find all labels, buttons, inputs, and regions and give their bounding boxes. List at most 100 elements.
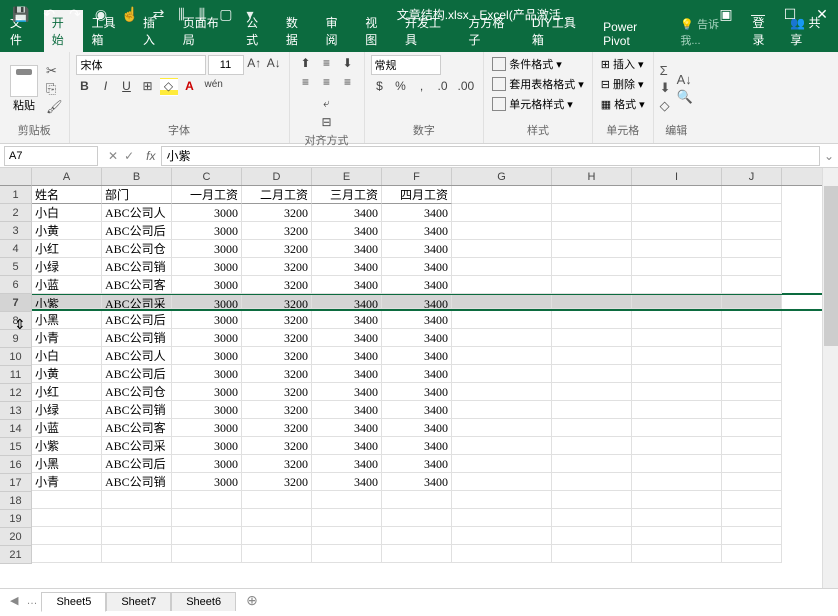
cell[interactable] xyxy=(632,473,722,491)
cell[interactable]: 3000 xyxy=(172,437,242,455)
fill-icon[interactable]: ⬇ xyxy=(660,80,671,96)
cell[interactable] xyxy=(632,204,722,222)
cell[interactable] xyxy=(552,455,632,473)
underline-button[interactable]: U xyxy=(118,78,136,96)
copy-icon[interactable]: ⎘ xyxy=(46,81,63,97)
cell[interactable] xyxy=(452,186,552,204)
cell[interactable] xyxy=(722,186,782,204)
cell[interactable]: 3000 xyxy=(172,295,242,309)
cell[interactable]: ABC公司销 xyxy=(102,401,172,419)
cell[interactable]: 小绿 xyxy=(32,258,102,276)
font-color-button[interactable]: A xyxy=(181,78,199,96)
add-sheet-icon[interactable]: ⊕ xyxy=(236,592,268,609)
cell[interactable]: 3000 xyxy=(172,347,242,365)
cell[interactable]: 3000 xyxy=(172,455,242,473)
row-header[interactable]: 3 xyxy=(0,222,31,240)
number-format-select[interactable] xyxy=(371,55,441,75)
cell[interactable] xyxy=(452,545,552,563)
cell[interactable] xyxy=(452,347,552,365)
cell[interactable]: 3000 xyxy=(172,329,242,347)
cell[interactable]: 小黄 xyxy=(32,222,102,240)
sort-filter-icon[interactable]: A↓ xyxy=(677,72,693,87)
cell[interactable]: 3400 xyxy=(312,240,382,258)
inc-decimal-icon[interactable]: .0 xyxy=(434,78,452,96)
cell[interactable] xyxy=(382,491,452,509)
cell[interactable] xyxy=(552,401,632,419)
cell[interactable] xyxy=(632,347,722,365)
cell[interactable]: ABC公司后 xyxy=(102,365,172,383)
fill-color-button[interactable]: ◇ xyxy=(160,78,178,96)
cell[interactable] xyxy=(102,545,172,563)
cell[interactable] xyxy=(312,509,382,527)
cell[interactable] xyxy=(552,258,632,276)
qa-icon3[interactable]: ⫼ xyxy=(199,6,205,23)
camera-icon[interactable]: ◉ xyxy=(95,6,107,23)
vertical-scrollbar[interactable] xyxy=(822,168,838,588)
cell[interactable]: 小紫 xyxy=(32,295,102,309)
cell[interactable] xyxy=(552,329,632,347)
find-icon[interactable]: 🔍 xyxy=(677,89,693,105)
cell[interactable]: 3000 xyxy=(172,419,242,437)
cell[interactable] xyxy=(632,455,722,473)
row-header[interactable]: 21 xyxy=(0,546,31,564)
phonetic-button[interactable]: wén xyxy=(202,78,226,96)
cell[interactable] xyxy=(452,295,552,309)
col-header-C[interactable]: C xyxy=(172,168,242,185)
col-header-B[interactable]: B xyxy=(102,168,172,185)
cell[interactable]: ABC公司采 xyxy=(102,437,172,455)
cell[interactable] xyxy=(632,527,722,545)
cell[interactable] xyxy=(722,311,782,329)
cell[interactable] xyxy=(632,295,722,309)
cell[interactable] xyxy=(102,527,172,545)
tab-方方格子[interactable]: 方方格子 xyxy=(460,10,523,52)
cell[interactable]: 3400 xyxy=(312,473,382,491)
undo-icon[interactable]: ↶ xyxy=(43,6,55,23)
cell[interactable] xyxy=(552,311,632,329)
row-header[interactable]: 7 xyxy=(0,294,31,312)
cell[interactable] xyxy=(552,545,632,563)
sheet-tab[interactable]: Sheet6 xyxy=(171,592,236,611)
row-header[interactable]: 13 xyxy=(0,402,31,420)
cell[interactable]: 3400 xyxy=(382,258,452,276)
cell[interactable] xyxy=(632,276,722,294)
cell[interactable] xyxy=(382,545,452,563)
comma-icon[interactable]: , xyxy=(413,78,431,96)
align-mid-icon[interactable]: ≡ xyxy=(317,55,337,73)
cell[interactable]: ABC公司采 xyxy=(102,295,172,309)
cell[interactable] xyxy=(552,437,632,455)
cell[interactable]: 3400 xyxy=(312,383,382,401)
cell[interactable]: 姓名 xyxy=(32,186,102,204)
cell[interactable]: 3200 xyxy=(242,401,312,419)
cell[interactable]: 小青 xyxy=(32,473,102,491)
cell[interactable]: 3400 xyxy=(382,204,452,222)
cell[interactable]: 3200 xyxy=(242,455,312,473)
cell[interactable]: 3400 xyxy=(382,365,452,383)
cell[interactable] xyxy=(632,258,722,276)
cell[interactable] xyxy=(552,365,632,383)
align-left-icon[interactable]: ≡ xyxy=(296,74,316,92)
sheet-tab[interactable]: Sheet7 xyxy=(106,592,171,611)
cell[interactable]: 3200 xyxy=(242,329,312,347)
cell[interactable]: 3000 xyxy=(172,258,242,276)
cell[interactable] xyxy=(172,545,242,563)
cell[interactable] xyxy=(632,383,722,401)
new-icon[interactable]: ▢ xyxy=(219,6,232,23)
cell[interactable] xyxy=(242,491,312,509)
cell[interactable] xyxy=(632,240,722,258)
cell[interactable] xyxy=(632,509,722,527)
cell[interactable] xyxy=(452,509,552,527)
qa-icon2[interactable]: ⫼ xyxy=(178,6,184,23)
cell[interactable]: 小白 xyxy=(32,347,102,365)
col-header-D[interactable]: D xyxy=(242,168,312,185)
fx-icon[interactable]: fx xyxy=(140,149,161,163)
cell[interactable]: 3200 xyxy=(242,437,312,455)
cell[interactable] xyxy=(242,509,312,527)
cell[interactable] xyxy=(452,473,552,491)
cell[interactable]: 3400 xyxy=(312,455,382,473)
cell[interactable] xyxy=(632,419,722,437)
cell[interactable]: 3400 xyxy=(312,365,382,383)
cell[interactable] xyxy=(722,527,782,545)
col-header-I[interactable]: I xyxy=(632,168,722,185)
row-header[interactable]: 12 xyxy=(0,384,31,402)
redo-icon[interactable]: ↷ xyxy=(69,6,81,23)
